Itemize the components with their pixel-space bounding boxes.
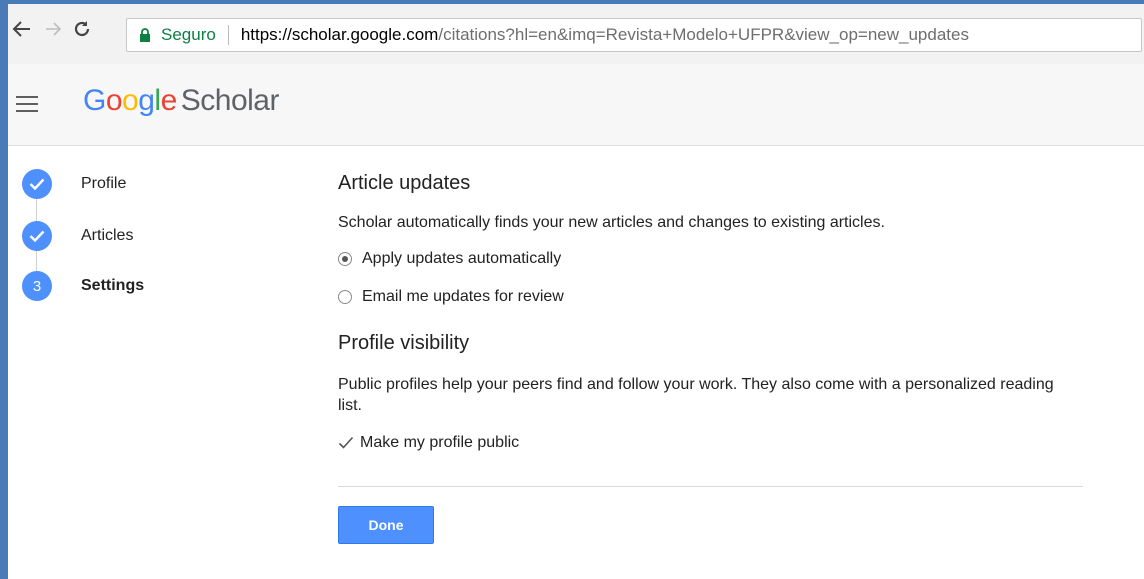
checkmark-icon[interactable] [338, 435, 354, 451]
checkmark-icon [22, 221, 52, 251]
radio-apply-automatically[interactable]: Apply updates automatically [338, 250, 561, 268]
logo-letter: e [160, 84, 178, 117]
logo-letter: G [83, 84, 106, 117]
radio-button[interactable] [338, 290, 352, 304]
radio-email-updates[interactable]: Email me updates for review [338, 288, 564, 306]
logo-letter: o [122, 84, 139, 117]
article-updates-title: Article updates [338, 172, 471, 194]
step-settings[interactable]: 3 Settings [22, 271, 144, 301]
step-number: 3 [22, 271, 52, 301]
done-button[interactable]: Done [338, 506, 434, 544]
step-label: Profile [81, 175, 127, 192]
google-scholar-logo[interactable]: Google Scholar [83, 86, 279, 116]
url-path: /citations?hl=en&imq=Revista+Modelo+UFPR… [438, 25, 969, 44]
logo-product-name: Scholar [180, 84, 280, 117]
checkbox-label: Make my profile public [360, 434, 520, 451]
scholar-header: Google Scholar [8, 64, 1144, 146]
menu-icon[interactable] [16, 96, 38, 114]
address-bar[interactable]: Seguro https://scholar.google.com/citati… [126, 18, 1142, 52]
profile-visibility-description: Public profiles help your peers find and… [338, 376, 1054, 414]
divider [338, 486, 1083, 487]
back-arrow-icon[interactable] [10, 17, 34, 41]
address-separator [227, 25, 229, 45]
make-profile-public-checkbox[interactable]: Make my profile public [338, 434, 519, 452]
step-articles[interactable]: Articles [22, 221, 133, 251]
radio-label: Apply updates automatically [362, 250, 562, 267]
profile-visibility-title: Profile visibility [338, 332, 470, 354]
logo-letter: g [138, 84, 155, 117]
window-frame-left [0, 0, 8, 579]
checkmark-icon [22, 169, 52, 199]
lock-icon [139, 25, 155, 45]
stepper-connector [36, 199, 37, 222]
radio-label: Email me updates for review [362, 288, 564, 305]
article-updates-description: Scholar automatically finds your new art… [338, 214, 885, 231]
forward-arrow-icon[interactable] [42, 17, 66, 41]
stepper-connector [36, 251, 37, 272]
step-label: Articles [81, 227, 134, 244]
secure-label: Seguro [161, 25, 216, 44]
reload-icon[interactable] [70, 17, 94, 41]
step-profile[interactable]: Profile [22, 169, 126, 199]
url-host: https://scholar.google.com [240, 25, 439, 44]
logo-letter: o [105, 84, 123, 117]
browser-toolbar: Seguro https://scholar.google.com/citati… [8, 4, 1144, 65]
radio-button[interactable] [338, 252, 352, 266]
step-label: Settings [81, 277, 145, 294]
